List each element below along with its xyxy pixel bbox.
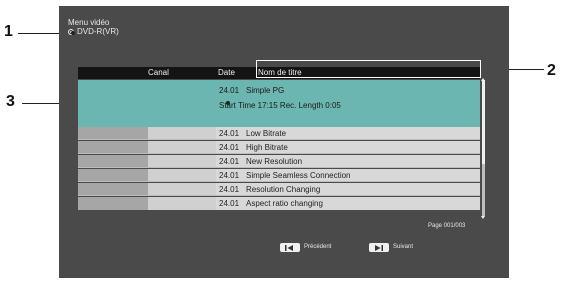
callout-1-dot — [71, 31, 75, 35]
previous-button[interactable] — [280, 243, 300, 252]
row-date: 24.01 — [219, 199, 240, 208]
disc-type[interactable]: DVD-R(VR) — [68, 27, 119, 37]
table-row[interactable]: 24.01 Low Bitrate — [78, 127, 480, 140]
previous-label: Précédent — [304, 244, 332, 250]
selected-info: Start Time 17:15 Rec. Length 0:05 — [219, 101, 341, 110]
scroll-down-arrow-icon[interactable] — [481, 216, 485, 219]
callout-3-dot — [226, 101, 230, 105]
table-row[interactable]: 24.01 Resolution Changing — [78, 183, 480, 196]
selected-date: 24.01 — [219, 86, 240, 95]
row-title: Aspect ratio changing — [246, 199, 323, 208]
skip-next-icon — [375, 244, 383, 251]
title-column-highlight — [256, 60, 481, 78]
scroll-up-arrow-icon[interactable] — [481, 78, 485, 81]
selected-title-row[interactable]: 24.01 Simple PG Start Time 17:15 Rec. Le… — [78, 80, 480, 127]
scrollbar-thumb[interactable] — [482, 80, 485, 164]
table-row[interactable]: 24.01 Simple Seamless Connection — [78, 169, 480, 182]
disc-label: DVD-R(VR) — [77, 27, 119, 36]
selected-title: Simple PG — [246, 86, 285, 95]
table-row[interactable]: 24.01 Aspect ratio changing — [78, 197, 480, 210]
page-indicator: Page 001/003 — [428, 223, 466, 229]
next-button[interactable] — [369, 243, 389, 252]
table-row[interactable]: 24.01 New Resolution — [78, 155, 480, 168]
callout-1: 1 — [4, 23, 13, 40]
header-date: Date — [218, 68, 235, 77]
next-label: Suivant — [393, 244, 414, 250]
skip-previous-icon — [285, 244, 293, 251]
header-canal: Canal — [148, 68, 169, 77]
table-row[interactable]: 24.01 High Bitrate — [78, 141, 480, 154]
callout-3: 3 — [6, 93, 15, 110]
callout-2: 2 — [547, 62, 556, 79]
